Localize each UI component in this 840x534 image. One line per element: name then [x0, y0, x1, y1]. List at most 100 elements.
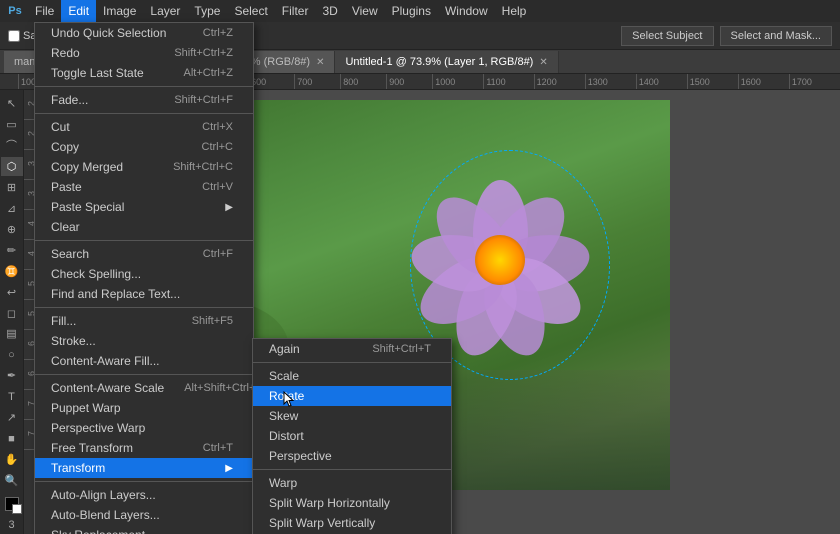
- transform-distort[interactable]: Distort: [253, 426, 451, 446]
- tool-hand[interactable]: ✋: [1, 450, 23, 469]
- tab-untitled-close[interactable]: ✕: [539, 57, 547, 68]
- divider-5: [35, 374, 253, 375]
- transform-scale[interactable]: Scale: [253, 366, 451, 386]
- sample-all-layers-checkbox[interactable]: [8, 30, 20, 42]
- select-subject-button[interactable]: Select Subject: [621, 26, 713, 46]
- tab-untitled[interactable]: Untitled-1 @ 73.9% (Layer 1, RGB/8#) ✕: [335, 51, 558, 73]
- tab-untitled-label: Untitled-1 @ 73.9% (Layer 1, RGB/8#): [345, 56, 533, 68]
- tool-foreground-color[interactable]: [1, 494, 23, 513]
- app-logo: Ps: [4, 0, 26, 22]
- transform-again[interactable]: Again Shift+Ctrl+T: [253, 339, 451, 359]
- ruler-tick-700: 700: [294, 74, 340, 90]
- edit-redo[interactable]: Redo Shift+Ctrl+Z: [35, 43, 253, 63]
- ruler-tick-900: 900: [386, 74, 432, 90]
- divider-2: [35, 113, 253, 114]
- edit-copy-merged[interactable]: Copy Merged Shift+Ctrl+C: [35, 157, 253, 177]
- transform-divider-2: [253, 469, 451, 470]
- ruler-tick-1500: 1500: [687, 74, 738, 90]
- edit-dropdown-menu: Undo Quick Selection Ctrl+Z Redo Shift+C…: [34, 22, 254, 534]
- divider-1: [35, 86, 253, 87]
- ruler-tick-800: 800: [340, 74, 386, 90]
- transform-warp[interactable]: Warp: [253, 473, 451, 493]
- menu-file[interactable]: File: [28, 0, 61, 22]
- tool-text[interactable]: T: [1, 387, 23, 406]
- ruler-tick-1600: 1600: [738, 74, 789, 90]
- edit-puppet-warp[interactable]: Puppet Warp: [35, 398, 253, 418]
- transform-perspective[interactable]: Perspective: [253, 446, 451, 466]
- tool-zoom[interactable]: 🔍: [1, 471, 23, 490]
- edit-search[interactable]: Search Ctrl+F: [35, 244, 253, 264]
- menu-3d[interactable]: 3D: [315, 0, 344, 22]
- menu-edit[interactable]: Edit: [61, 0, 96, 22]
- edit-toggle-last-state[interactable]: Toggle Last State Alt+Ctrl+Z: [35, 63, 253, 83]
- edit-find-replace[interactable]: Find and Replace Text...: [35, 284, 253, 304]
- menu-window[interactable]: Window: [438, 0, 495, 22]
- tool-eraser[interactable]: ◻: [1, 304, 23, 323]
- edit-stroke[interactable]: Stroke...: [35, 331, 253, 351]
- menu-filter[interactable]: Filter: [275, 0, 316, 22]
- tool-quick-select[interactable]: ⬡: [1, 157, 23, 176]
- ruler-tick-1700: 1700: [789, 74, 840, 90]
- tool-history-brush[interactable]: ↩: [1, 283, 23, 302]
- menu-plugins[interactable]: Plugins: [385, 0, 438, 22]
- edit-content-aware-scale[interactable]: Content-Aware Scale Alt+Shift+Ctrl+C: [35, 378, 253, 398]
- tool-gradient[interactable]: ▤: [1, 324, 23, 343]
- ruler-tick-1300: 1300: [585, 74, 636, 90]
- tool-move[interactable]: ↖: [1, 94, 23, 113]
- edit-clear[interactable]: Clear: [35, 217, 253, 237]
- edit-copy[interactable]: Copy Ctrl+C: [35, 137, 253, 157]
- edit-paste[interactable]: Paste Ctrl+V: [35, 177, 253, 197]
- tool-lasso[interactable]: ⌒: [1, 136, 23, 155]
- transform-split-warp-h[interactable]: Split Warp Horizontally: [253, 493, 451, 513]
- flower-core: [475, 235, 525, 285]
- edit-auto-align-layers[interactable]: Auto-Align Layers...: [35, 485, 253, 505]
- tools-panel: ↖ ▭ ⌒ ⬡ ⊞ ⊿ ⊕ ✏ ♊ ↩ ◻ ▤ ○ ✒ T ↗ ■ ✋ 🔍 3: [0, 90, 24, 534]
- edit-sky-replacement[interactable]: Sky Replacement...: [35, 525, 253, 534]
- ruler-tick-1100: 1100: [483, 74, 533, 90]
- menu-bar: Ps File Edit Image Layer Type Select Fil…: [0, 0, 840, 22]
- ruler-tick-1200: 1200: [534, 74, 585, 90]
- divider-3: [35, 240, 253, 241]
- divider-4: [35, 307, 253, 308]
- edit-transform[interactable]: Transform ▶: [35, 458, 253, 478]
- menu-image[interactable]: Image: [96, 0, 143, 22]
- edit-undo[interactable]: Undo Quick Selection Ctrl+Z: [35, 23, 253, 43]
- tool-eyedropper[interactable]: ⊿: [1, 199, 23, 218]
- flower: [410, 160, 590, 360]
- menu-help[interactable]: Help: [495, 0, 534, 22]
- transform-submenu: Again Shift+Ctrl+T Scale Rotate Skew Dis…: [252, 338, 452, 534]
- edit-content-aware-fill[interactable]: Content-Aware Fill...: [35, 351, 253, 371]
- edit-perspective-warp[interactable]: Perspective Warp: [35, 418, 253, 438]
- tool-clone[interactable]: ♊: [1, 262, 23, 281]
- tool-brush[interactable]: ✏: [1, 241, 23, 260]
- edit-fill[interactable]: Fill... Shift+F5: [35, 311, 253, 331]
- tool-heal[interactable]: ⊕: [1, 220, 23, 239]
- transform-rotate[interactable]: Rotate: [253, 386, 451, 406]
- edit-free-transform[interactable]: Free Transform Ctrl+T: [35, 438, 253, 458]
- tool-shape[interactable]: ■: [1, 429, 23, 448]
- ruler-tick-1000: 1000: [432, 74, 483, 90]
- ruler-tick-600: 600: [248, 74, 294, 90]
- tool-marquee[interactable]: ▭: [1, 115, 23, 134]
- select-and-mask-button[interactable]: Select and Mask...: [720, 26, 833, 46]
- edit-paste-special[interactable]: Paste Special ▶: [35, 197, 253, 217]
- transform-split-warp-v[interactable]: Split Warp Vertically: [253, 513, 451, 533]
- tool-dodge[interactable]: ○: [1, 345, 23, 364]
- tool-crop[interactable]: ⊞: [1, 178, 23, 197]
- tool-pen[interactable]: ✒: [1, 366, 23, 385]
- edit-fade[interactable]: Fade... Shift+Ctrl+F: [35, 90, 253, 110]
- tool-path-select[interactable]: ↗: [1, 408, 23, 427]
- menu-type[interactable]: Type: [187, 0, 227, 22]
- divider-6: [35, 481, 253, 482]
- edit-cut[interactable]: Cut Ctrl+X: [35, 117, 253, 137]
- edit-auto-blend-layers[interactable]: Auto-Blend Layers...: [35, 505, 253, 525]
- ruler-tick-1400: 1400: [636, 74, 687, 90]
- menu-layer[interactable]: Layer: [143, 0, 187, 22]
- transform-skew[interactable]: Skew: [253, 406, 451, 426]
- menu-view[interactable]: View: [345, 0, 385, 22]
- edit-check-spelling[interactable]: Check Spelling...: [35, 264, 253, 284]
- tab-main-image-close[interactable]: ✕: [316, 57, 324, 68]
- menu-select[interactable]: Select: [227, 0, 274, 22]
- tool-3d[interactable]: 3: [1, 515, 23, 534]
- transform-divider-1: [253, 362, 451, 363]
